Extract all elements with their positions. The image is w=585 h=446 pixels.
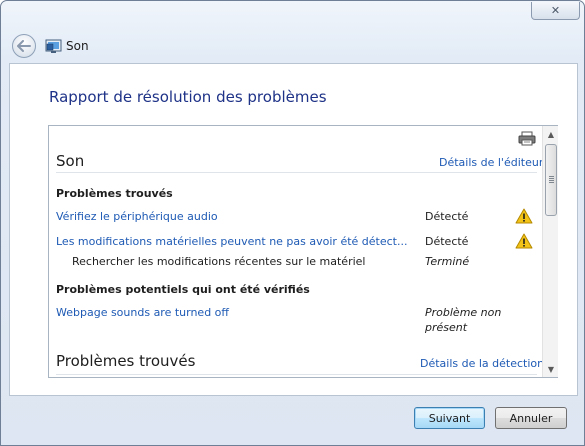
printer-icon[interactable] xyxy=(518,131,536,146)
subcheck-status: Terminé xyxy=(425,255,470,268)
checked-row-status-line1: Problème non xyxy=(425,306,502,319)
content-area: Rapport de résolution des problèmes Son … xyxy=(9,63,578,396)
back-button[interactable] xyxy=(12,34,36,58)
section-title-son: Son xyxy=(56,152,85,170)
problem-row-2-link[interactable]: Les modifications matérielles peuvent ne… xyxy=(56,235,407,248)
page-heading: Rapport de résolution des problèmes xyxy=(49,88,327,106)
troubleshooting-window: ✕ Son Rapport de résolution des problème… xyxy=(0,0,585,446)
close-button[interactable]: ✕ xyxy=(531,2,580,20)
scroll-down-icon[interactable]: ▼ xyxy=(543,362,559,377)
cancel-button-label: Annuler xyxy=(509,411,553,425)
vertical-scrollbar[interactable]: ▲ ▼ xyxy=(542,126,558,377)
scrollbar-thumb[interactable] xyxy=(545,144,557,216)
warning-icon xyxy=(515,208,533,224)
found-problems-header: Problèmes trouvés xyxy=(56,187,173,200)
window-title: Son xyxy=(66,39,89,53)
problem-row-2-status: Détecté xyxy=(425,235,469,248)
section-divider xyxy=(56,172,537,173)
back-arrow-icon xyxy=(17,40,31,52)
publisher-details-link[interactable]: Détails de l'éditeur xyxy=(439,156,543,169)
next-button-label: Suivant xyxy=(428,411,471,425)
problem-row-1-link[interactable]: Vérifiez le périphérique audio xyxy=(56,210,218,223)
warning-icon xyxy=(515,233,533,249)
section-title-found: Problèmes trouvés xyxy=(56,352,196,370)
scroll-up-icon[interactable]: ▲ xyxy=(543,127,559,142)
subcheck-label: Rechercher les modifications récentes su… xyxy=(72,255,366,268)
checked-problems-header: Problèmes potentiels qui ont été vérifié… xyxy=(56,283,310,296)
section-divider xyxy=(56,374,537,375)
troubleshoot-app-icon xyxy=(45,39,62,53)
close-icon: ✕ xyxy=(550,4,561,17)
next-button[interactable]: Suivant xyxy=(414,407,485,429)
checked-row-status-line2: présent xyxy=(425,321,468,334)
problem-row-1-status: Détecté xyxy=(425,210,469,223)
report-panel: Son Détails de l'éditeur Problèmes trouv… xyxy=(48,125,558,378)
detection-details-link[interactable]: Détails de la détection xyxy=(420,357,544,370)
checked-row-link[interactable]: Webpage sounds are turned off xyxy=(56,306,229,319)
cancel-button[interactable]: Annuler xyxy=(495,407,567,429)
